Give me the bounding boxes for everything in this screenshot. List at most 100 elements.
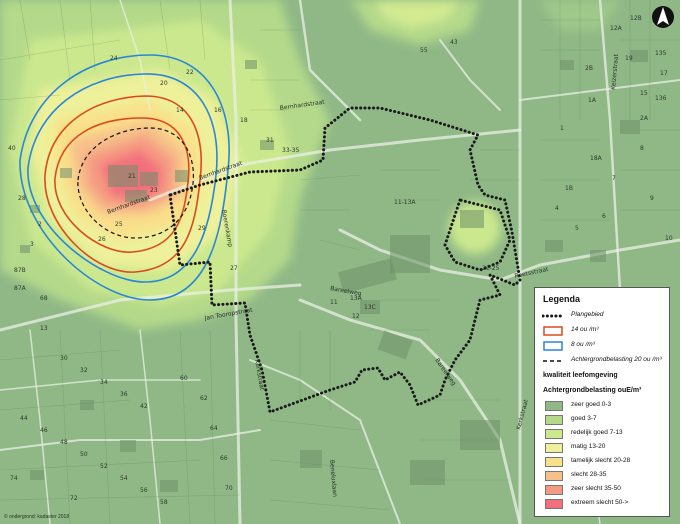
legend-class-label: extreem slecht 50-> [571, 499, 629, 506]
house-number: 87B [14, 267, 26, 274]
legend-item-label: 14 ou /m³ [571, 326, 599, 333]
house-number: 50 [80, 451, 88, 458]
house-number: 13C [364, 304, 376, 311]
house-number: 60 [180, 375, 188, 382]
house-number: 28 [18, 195, 26, 202]
legend-item-14-ou: 14 ou /m³ [535, 325, 671, 337]
house-number: 33-35 [282, 147, 300, 154]
house-number: 18 [240, 117, 248, 124]
house-number: 70 [225, 485, 233, 492]
legend-item-achtergrond-20: Achtergrondbelasting 20 ou /m³ [535, 355, 671, 367]
legend-swatch [545, 443, 563, 453]
legend-item-plangebied: Plangebied [535, 310, 671, 322]
legend-section-title: kwaliteit leefomgeving [543, 372, 618, 379]
house-number: 2 [38, 221, 42, 228]
legend-panel: Legenda Plangebied 14 ou /m³ 8 ou /m³ Ac… [534, 287, 670, 517]
legend-title: Legenda [543, 294, 581, 304]
house-number: 64 [210, 425, 218, 432]
legend-item-label: 8 ou /m³ [571, 341, 595, 348]
house-number: 13A [350, 295, 363, 302]
north-arrow-icon [651, 4, 675, 30]
house-number: 48 [60, 439, 68, 446]
legend-class-row: zeer slecht 35-50 [535, 484, 671, 496]
map-credit: © ondergrond: kadaster 2018 [4, 514, 70, 520]
house-number: 20 [160, 80, 168, 87]
house-number: 2B [585, 65, 593, 72]
house-number: 54 [120, 475, 128, 482]
house-number: 7 [612, 175, 616, 182]
house-number: 13 [40, 325, 48, 332]
legend-swatch [545, 415, 563, 425]
house-number: 42 [140, 403, 148, 410]
house-number: 18A [590, 155, 603, 162]
house-number: 3 [30, 241, 34, 248]
house-number: 14 [176, 107, 184, 114]
legend-swatch [545, 499, 563, 509]
legend-item-8-ou: 8 ou /m³ [535, 340, 671, 352]
legend-swatch [545, 457, 563, 467]
house-number: 34 [100, 379, 108, 386]
legend-subsection-title: Achtergrondbelasting ouE/m³ [543, 387, 642, 394]
house-number: 74 [10, 475, 18, 482]
legend-class-row: matig 13-20 [535, 442, 671, 454]
legend-class-row: extreem slecht 50-> [535, 498, 671, 510]
red-box-icon [543, 326, 563, 336]
house-number: 23 [150, 187, 158, 194]
house-number: 58 [160, 499, 168, 506]
house-number: 4 [555, 205, 559, 212]
house-number: 26 [98, 236, 106, 243]
house-number: 11-13A [394, 199, 416, 206]
plangebied-dots-icon [542, 314, 564, 318]
legend-class-label: tamelijk slecht 20-28 [571, 457, 631, 464]
house-number: 21 [128, 173, 136, 180]
legend-swatch [545, 429, 563, 439]
house-number: 36 [120, 391, 128, 398]
house-number: 1B [565, 185, 573, 192]
house-number: 56 [140, 487, 148, 494]
house-number: 5 [575, 225, 579, 232]
house-number: 8 [640, 145, 644, 152]
house-number: 19 [625, 55, 633, 62]
house-number: 12 [352, 313, 360, 320]
house-number: 87A [14, 285, 27, 292]
house-number: 16 [214, 107, 222, 114]
house-number: 2A [640, 115, 649, 122]
legend-class-label: zeer slecht 35-50 [571, 485, 621, 492]
legend-class-label: slecht 28-35 [571, 471, 607, 478]
house-number: 21-25 [482, 265, 500, 272]
legend-class-label: matig 13-20 [571, 443, 606, 450]
house-number: 1A [588, 97, 597, 104]
legend-class-label: zeer goed 0-3 [571, 401, 612, 408]
blue-box-icon [543, 341, 563, 351]
house-number: 12B [630, 15, 642, 22]
house-number: 31 [266, 137, 274, 144]
legend-swatch [545, 485, 563, 495]
legend-class-row: slecht 28-35 [535, 470, 671, 482]
house-number: 43 [450, 39, 458, 46]
house-number: 11 [330, 299, 338, 306]
house-number: 1 [560, 125, 564, 132]
house-number: 6 [602, 213, 606, 220]
house-number: 72 [70, 495, 78, 502]
house-number: 52 [100, 463, 108, 470]
house-number: 40 [8, 145, 16, 152]
legend-class-label: redelijk goed 7-13 [571, 429, 623, 436]
odour-contour-map[interactable]: Bernhardstraat Bernhardstraat Bernhardst… [0, 0, 680, 524]
house-number: 135 [655, 50, 667, 57]
house-number: 29 [198, 225, 206, 232]
house-number: 62 [200, 395, 208, 402]
legend-class-row: goed 3-7 [535, 414, 671, 426]
house-number: 44 [20, 415, 28, 422]
legend-swatch [545, 471, 563, 481]
legend-class-row: tamelijk slecht 20-28 [535, 456, 671, 468]
house-number: 32 [80, 367, 88, 374]
house-number: 24 [110, 55, 118, 62]
house-number: 9 [650, 195, 654, 202]
house-number: 46 [40, 427, 48, 434]
house-number: 136 [655, 95, 667, 102]
house-number: 12A [610, 25, 623, 32]
house-number: 10 [665, 235, 673, 242]
house-number: 15 [640, 90, 648, 97]
legend-item-label: Plangebied [571, 311, 604, 318]
dashed-line-icon [543, 360, 563, 362]
